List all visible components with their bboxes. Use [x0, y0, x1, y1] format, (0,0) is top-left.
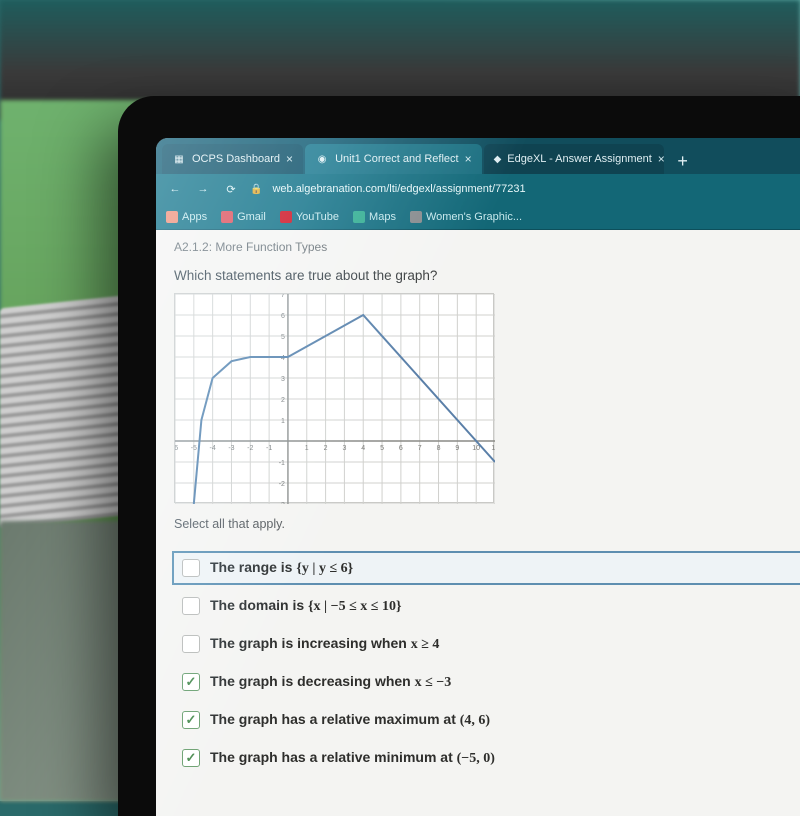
browser-tab-strip: ▦ OCPS Dashboard × ◉ Unit1 Correct and R…: [156, 138, 800, 174]
svg-text:3: 3: [342, 445, 346, 452]
apps-icon: [166, 211, 178, 223]
answer-text: The graph is increasing when x ≥ 4: [210, 635, 439, 653]
youtube-icon: [280, 211, 292, 223]
svg-text:1: 1: [281, 418, 285, 425]
bookmark-icon: [410, 211, 422, 223]
close-icon[interactable]: ×: [658, 152, 664, 166]
bookmark-label: Gmail: [237, 211, 266, 223]
checkbox[interactable]: [182, 597, 200, 615]
bookmark-label: Apps: [182, 211, 207, 223]
close-icon[interactable]: ×: [286, 152, 293, 166]
answer-option-4[interactable]: The graph is decreasing when x ≤ −3: [174, 667, 800, 697]
svg-text:7: 7: [418, 445, 422, 452]
browser-tab-1[interactable]: ▦ OCPS Dashboard ×: [162, 144, 303, 174]
tab-favicon-2: ◉: [315, 152, 329, 166]
laptop-screen: ▦ OCPS Dashboard × ◉ Unit1 Correct and R…: [156, 138, 800, 816]
bookmarks-bar: Apps Gmail YouTube Maps Women's Graphic.…: [156, 204, 800, 230]
checkbox[interactable]: [182, 635, 200, 653]
svg-text:3: 3: [281, 376, 285, 383]
graph-svg: -6-5-4-3-2-11234567891011-3-2-11234567: [175, 294, 495, 504]
svg-text:-3: -3: [279, 502, 285, 504]
maps-icon: [353, 211, 365, 223]
svg-text:2: 2: [324, 445, 328, 452]
checkbox[interactable]: [182, 673, 200, 691]
bookmark-label: Women's Graphic...: [426, 211, 522, 223]
new-tab-button[interactable]: +: [670, 148, 696, 174]
svg-text:7: 7: [281, 294, 285, 299]
svg-text:9: 9: [455, 445, 459, 452]
forward-button[interactable]: →: [194, 183, 212, 195]
tab-favicon-3: ◆: [494, 152, 502, 166]
svg-text:10: 10: [472, 445, 480, 452]
svg-text:-1: -1: [266, 445, 272, 452]
close-icon[interactable]: ×: [465, 152, 472, 166]
svg-text:-2: -2: [279, 481, 285, 488]
tab-title: EdgeXL - Answer Assignment: [507, 153, 652, 165]
answer-text: The graph is decreasing when x ≤ −3: [210, 673, 451, 691]
lock-icon: 🔒: [250, 184, 262, 195]
svg-text:8: 8: [437, 445, 441, 452]
answer-text: The graph has a relative minimum at (−5,…: [210, 749, 495, 767]
svg-text:-6: -6: [175, 445, 178, 452]
checkbox[interactable]: [182, 559, 200, 577]
answer-option-3[interactable]: The graph is increasing when x ≥ 4: [174, 629, 800, 659]
answer-option-1[interactable]: The range is {y | y ≤ 6}: [174, 553, 800, 583]
svg-text:-2: -2: [247, 445, 253, 452]
bookmark-womens-graphic[interactable]: Women's Graphic...: [410, 211, 522, 223]
bookmark-label: YouTube: [296, 211, 339, 223]
svg-text:6: 6: [399, 445, 403, 452]
instruction-text: Select all that apply.: [174, 517, 800, 531]
browser-tab-2[interactable]: ◉ Unit1 Correct and Reflect ×: [305, 144, 482, 174]
page-content: A2.1.2: More Function Types Which statem…: [156, 230, 800, 816]
svg-text:4: 4: [361, 445, 365, 452]
browser-address-bar: ← → ⟳ 🔒 web.algebranation.com/lti/edgexl…: [156, 174, 800, 204]
breadcrumb: A2.1.2: More Function Types: [174, 240, 800, 254]
answer-option-6[interactable]: The graph has a relative minimum at (−5,…: [174, 743, 800, 773]
bookmark-maps[interactable]: Maps: [353, 211, 396, 223]
bookmark-apps[interactable]: Apps: [166, 211, 207, 223]
svg-text:6: 6: [281, 313, 285, 320]
checkbox[interactable]: [182, 749, 200, 767]
answer-text: The domain is {x | −5 ≤ x ≤ 10}: [210, 597, 401, 615]
bookmark-gmail[interactable]: Gmail: [221, 211, 266, 223]
answer-text: The graph has a relative maximum at (4, …: [210, 711, 490, 729]
address-url[interactable]: web.algebranation.com/lti/edgexl/assignm…: [272, 183, 800, 195]
svg-text:-5: -5: [191, 445, 197, 452]
svg-text:-3: -3: [228, 445, 234, 452]
answer-option-5[interactable]: The graph has a relative maximum at (4, …: [174, 705, 800, 735]
tab-title: OCPS Dashboard: [192, 153, 280, 165]
bookmark-youtube[interactable]: YouTube: [280, 211, 339, 223]
svg-text:-4: -4: [210, 445, 216, 452]
answer-text: The range is {y | y ≤ 6}: [210, 559, 353, 577]
function-graph: -6-5-4-3-2-11234567891011-3-2-11234567: [174, 293, 494, 503]
answer-list: The range is {y | y ≤ 6} The domain is {x…: [174, 553, 800, 773]
checkbox[interactable]: [182, 711, 200, 729]
svg-text:5: 5: [281, 334, 285, 341]
question-text: Which statements are true about the grap…: [174, 268, 800, 283]
svg-text:2: 2: [281, 397, 285, 404]
answer-option-2[interactable]: The domain is {x | −5 ≤ x ≤ 10}: [174, 591, 800, 621]
back-button[interactable]: ←: [166, 183, 184, 195]
gmail-icon: [221, 211, 233, 223]
reload-button[interactable]: ⟳: [222, 183, 240, 196]
bookmark-label: Maps: [369, 211, 396, 223]
svg-text:-1: -1: [279, 460, 285, 467]
browser-tab-3[interactable]: ◆ EdgeXL - Answer Assignment ×: [484, 144, 664, 174]
tab-title: Unit1 Correct and Reflect: [335, 153, 459, 165]
svg-text:5: 5: [380, 445, 384, 452]
svg-text:1: 1: [305, 445, 309, 452]
svg-text:11: 11: [491, 445, 495, 452]
laptop-frame: ▦ OCPS Dashboard × ◉ Unit1 Correct and R…: [118, 96, 800, 816]
tab-favicon-1: ▦: [172, 152, 186, 166]
